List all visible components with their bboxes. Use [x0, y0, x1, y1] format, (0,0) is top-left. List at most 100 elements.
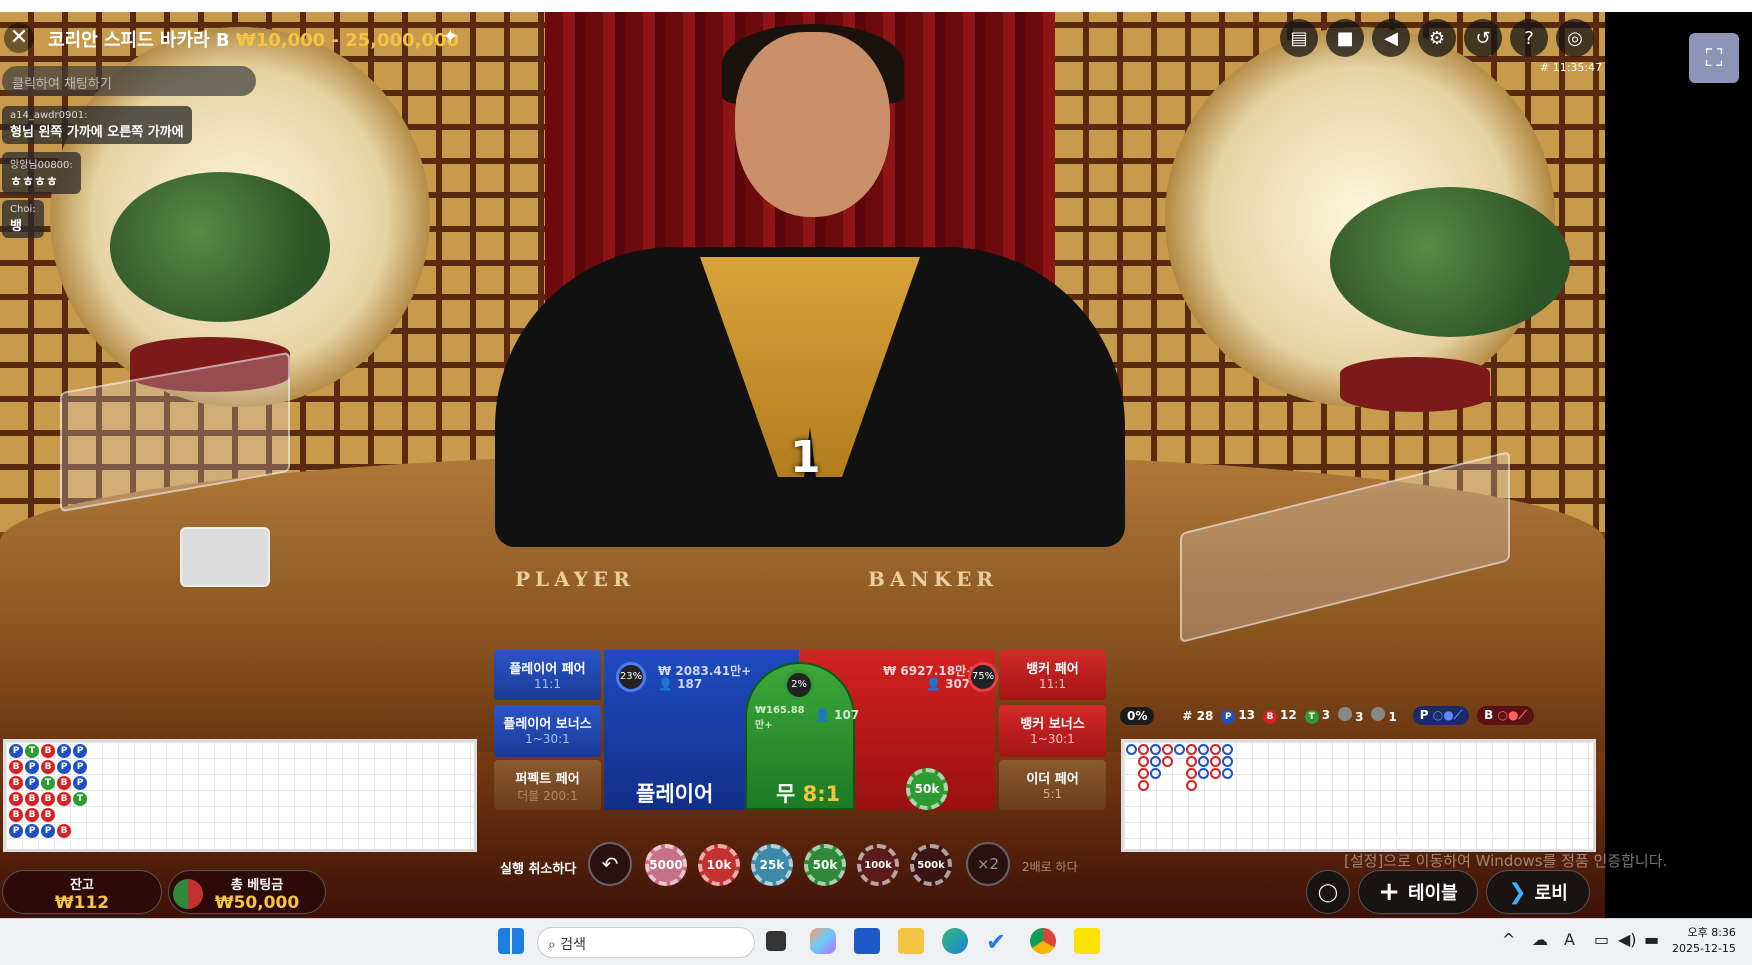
taskbar-clock[interactable]: 오후 8:36 2025-12-15: [1672, 925, 1736, 957]
balance-label: 잔고: [70, 878, 94, 893]
file-explorer-icon[interactable]: [898, 928, 924, 954]
stats-banker: B 12: [1263, 708, 1297, 724]
bead-road-cell: B: [41, 760, 55, 774]
chat-text: ㅎㅎㅎㅎ: [10, 175, 58, 190]
kakaotalk-icon[interactable]: [1074, 928, 1100, 954]
help-icon[interactable]: ?: [1510, 19, 1548, 57]
banker-pair-odds: 11:1: [1039, 677, 1066, 691]
double-button[interactable]: ×2: [966, 842, 1010, 886]
big-road-ring: [1198, 744, 1209, 755]
undo-button[interactable]: ↶: [588, 842, 632, 886]
banker-pair-bet[interactable]: 뱅커 페어 11:1: [999, 650, 1106, 700]
tray-battery-icon[interactable]: ▬: [1644, 930, 1659, 949]
chip-25k[interactable]: 25k: [751, 844, 793, 886]
big-road-ring: [1162, 756, 1173, 767]
copilot-icon[interactable]: [810, 928, 836, 954]
task-view-icon[interactable]: [766, 931, 786, 951]
chip-50k[interactable]: 50k: [804, 844, 846, 886]
player-pair-odds: 11:1: [534, 677, 561, 691]
windows-start-icon[interactable]: [498, 928, 524, 954]
fullscreen-icon: ⛶: [1705, 44, 1723, 72]
big-road-ring: [1138, 744, 1149, 755]
stats-rounds: # 28: [1182, 708, 1214, 723]
chip-10k[interactable]: 10k: [698, 844, 740, 886]
big-road-ring: [1186, 744, 1197, 755]
undo-icon: ↶: [601, 852, 619, 876]
player-bonus-bet[interactable]: 플레이어 보너스 1~30:1: [494, 705, 601, 757]
bead-road-cell: P: [9, 824, 23, 838]
table-player-text: PLAYER: [515, 567, 635, 591]
favorite-star-icon[interactable]: ✦: [442, 24, 459, 48]
perfect-pair-bet[interactable]: 퍼펙트 페어 더블 200:1: [494, 760, 601, 810]
bead-road-cell: B: [57, 824, 71, 838]
balance-panel: 잔고 ₩112: [2, 870, 162, 914]
chip-500k[interactable]: 500k: [910, 844, 952, 886]
undo-label: 실행 취소하다: [500, 862, 577, 877]
chat-message: Choi: 뱅: [2, 200, 44, 238]
bead-road-cell: B: [9, 760, 23, 774]
big-road-ring: [1138, 780, 1149, 791]
chip-100k[interactable]: 100k: [857, 844, 899, 886]
chat-icon[interactable]: ▤: [1280, 19, 1318, 57]
banker-placed-chip: 50k: [906, 768, 948, 810]
speech-bubble-icon: ◯: [1317, 881, 1339, 903]
banker-percent: 75%: [968, 662, 998, 692]
chip-5000[interactable]: 5000: [645, 844, 687, 886]
chat-bubble-button[interactable]: ◯: [1306, 870, 1350, 914]
player-pair-bet[interactable]: 플레이어 페어 11:1: [494, 650, 601, 700]
big-road-ring: [1222, 756, 1233, 767]
bead-road-cell: P: [57, 744, 71, 758]
lobby-button[interactable]: ❯ 로비: [1486, 870, 1590, 914]
bead-road-cell: P: [25, 776, 39, 790]
tie-count: 👤 107: [815, 708, 860, 722]
volume-icon[interactable]: ◀: [1372, 19, 1410, 57]
chat-input[interactable]: 클릭하여 채팅하기: [2, 66, 256, 96]
stats-player-count: 13: [1238, 707, 1256, 722]
big-road-ring: [1198, 768, 1209, 779]
fullscreen-button[interactable]: ⛶: [1689, 33, 1739, 83]
tray-cloud-icon[interactable]: ☁: [1532, 930, 1548, 949]
stats-banker-count: 12: [1280, 707, 1297, 722]
bead-road-cell: B: [41, 744, 55, 758]
player-pair-label: 플레이어 페어: [509, 662, 586, 677]
bead-road-cell: B: [57, 776, 71, 790]
player-pair-dot-icon: [1338, 707, 1353, 721]
bead-road-cell: P: [73, 744, 87, 758]
player-dot: P: [1221, 709, 1236, 724]
banker-bonus-bet[interactable]: 뱅커 보너스 1~30:1: [999, 705, 1106, 757]
big-road-ring: [1198, 756, 1209, 767]
big-road-ring: [1222, 744, 1233, 755]
edge-icon[interactable]: [942, 928, 968, 954]
either-pair-bet[interactable]: 이더 페어 5:1: [999, 760, 1106, 810]
table-button[interactable]: + 테이블: [1358, 870, 1478, 914]
tray-volume-icon[interactable]: ◀): [1618, 930, 1637, 949]
tray-chevron-icon[interactable]: ^: [1502, 930, 1515, 949]
headset-icon[interactable]: ◎: [1556, 19, 1594, 57]
stats-banker-pair-count: 1: [1388, 710, 1397, 724]
big-road-ring: [1150, 756, 1161, 767]
clock-time: 오후 8:36: [1687, 926, 1736, 939]
tray-network-icon[interactable]: ▭: [1594, 930, 1609, 949]
banker-predict-button[interactable]: B ○●⟋: [1477, 706, 1534, 725]
big-road-ring: [1162, 744, 1173, 755]
store-icon[interactable]: [854, 928, 880, 954]
tray-ime-icon[interactable]: A: [1564, 930, 1575, 949]
left-bonsai-icon: [110, 172, 330, 322]
page-title: 코리안 스피드 바카라 B ₩10,000 - 25,000,000: [48, 26, 459, 52]
total-bet-label: 총 베팅금: [230, 878, 284, 893]
big-road-ring: [1126, 744, 1137, 755]
banker-pair-label: 뱅커 페어: [1026, 662, 1079, 677]
tie-dot: T: [1304, 709, 1319, 724]
bead-road-cell: B: [9, 792, 23, 806]
taskbar-search-input[interactable]: ⌕ 검색: [537, 927, 755, 958]
chrome-icon[interactable]: [1030, 928, 1056, 954]
history-icon[interactable]: ↺: [1464, 19, 1502, 57]
left-card-stack: [180, 527, 270, 587]
table-name: 코리안 스피드 바카라 B: [48, 30, 230, 51]
settings-icon[interactable]: ⚙: [1418, 19, 1456, 57]
player-predict-button[interactable]: P ○●⟋: [1412, 706, 1470, 725]
todo-icon[interactable]: ✔: [986, 928, 1012, 956]
video-icon[interactable]: ■: [1326, 19, 1364, 57]
tie-odds: 8:1: [802, 782, 841, 806]
close-button[interactable]: ✕: [4, 23, 34, 53]
